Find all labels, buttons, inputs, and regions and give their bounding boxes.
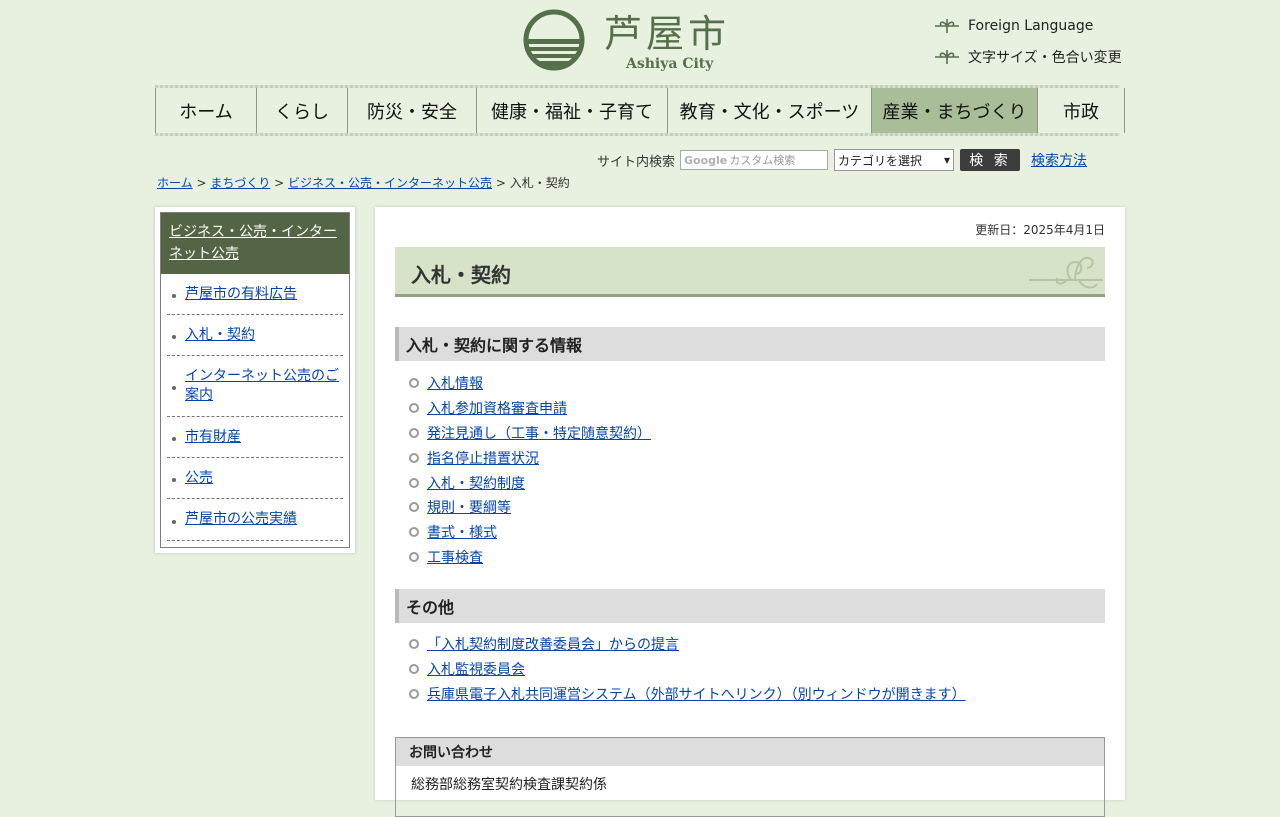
list-item: 工事検査: [409, 545, 651, 570]
font-color-settings-link[interactable]: 文字サイズ・色合い変更: [934, 45, 1134, 69]
site-logo[interactable]: 芦屋市 Ashiya City: [522, 8, 732, 74]
google-logo: Google: [684, 153, 728, 167]
sidebar-menu: 芦屋市の有料広告 入札・契約 インターネット公売のご案内 市有財産 公売 芦屋市…: [167, 274, 343, 541]
bullet-circle-icon: [409, 477, 419, 488]
bullet-circle-icon: [409, 403, 419, 414]
font-color-settings-label: 文字サイズ・色合い変更: [968, 50, 1122, 66]
bullet-circle-icon: [409, 551, 419, 562]
sidebar-heading-link[interactable]: ビジネス・公売・インターネット公売: [161, 213, 349, 274]
chevron-down-icon: ▾: [943, 153, 951, 167]
list-item: 発注見通し（工事・特定随意契約）: [409, 421, 651, 446]
breadcrumb-link-machizukuri[interactable]: まちづくり: [210, 176, 270, 190]
bullet-circle-icon: [409, 378, 419, 389]
link-qualification[interactable]: 入札参加資格審査申請: [427, 398, 567, 418]
breadcrumb: ホーム > まちづくり > ビジネス・公売・インターネット公売 > 入札・契約: [157, 174, 570, 191]
leaf-ornament-icon: [935, 50, 959, 64]
list-item: 「入札契約制度改善委員会」からの提言: [409, 632, 966, 657]
list-item: 兵庫県電子入札共同運営システム（外部サイトへリンク）（別ウィンドウが開きます）: [409, 682, 966, 707]
contact-box: お問い合わせ 総務部総務室契約検査課契約係: [395, 737, 1105, 817]
logo-subtitle: Ashiya City: [626, 56, 714, 72]
list-item: 入札情報: [409, 371, 651, 396]
category-select-value: カテゴリを選択: [838, 153, 923, 168]
sidebar-item-bid[interactable]: 入札・契約: [167, 315, 343, 356]
section-heading-other: その他: [395, 589, 1105, 623]
foreign-language-link[interactable]: Foreign Language: [934, 14, 1134, 38]
breadcrumb-link-home[interactable]: ホーム: [157, 176, 193, 190]
nav-item-kyouiku[interactable]: 教育・文化・スポーツ: [667, 88, 871, 133]
list-item: 入札監視委員会: [409, 657, 966, 682]
search-button[interactable]: 検 索: [960, 149, 1021, 171]
nav-item-kenkou[interactable]: 健康・福祉・子育て: [476, 88, 667, 133]
sidebar-item-ads[interactable]: 芦屋市の有料広告: [167, 274, 343, 315]
bullet-circle-icon: [409, 527, 419, 538]
sidebar-item-public-sale[interactable]: 公売: [167, 458, 343, 499]
main-content: 更新日：2025年4月1日 入札・契約 入札・契約に関する情報 入札情報 入札参…: [375, 207, 1125, 817]
contact-heading: お問い合わせ: [396, 738, 1104, 766]
search-input[interactable]: Google カスタム検索: [680, 150, 829, 170]
link-rules[interactable]: 規則・要綱等: [427, 497, 511, 517]
breadcrumb-link-business[interactable]: ビジネス・公売・インターネット公売: [288, 176, 492, 190]
search-help-link[interactable]: 検索方法: [1031, 150, 1087, 170]
other-links: 「入札契約制度改善委員会」からの提言 入札監視委員会 兵庫県電子入札共同運営シス…: [409, 632, 966, 706]
bullet-circle-icon: [409, 688, 419, 699]
bullet-circle-icon: [409, 427, 419, 438]
list-item: 入札・契約制度: [409, 470, 651, 495]
flourish-ornament-icon: [1029, 256, 1103, 289]
search-label: サイト内検索: [597, 154, 676, 170]
link-bid-info[interactable]: 入札情報: [427, 373, 483, 393]
site-header: 芦屋市 Ashiya City Foreign Language 文字サイズ・色…: [0, 0, 1280, 85]
bullet-circle-icon: [409, 502, 419, 513]
bullet-circle-icon: [409, 664, 419, 675]
breadcrumb-separator: >: [270, 176, 289, 190]
category-select[interactable]: カテゴリを選択 ▾: [834, 149, 955, 171]
bid-info-links: 入札情報 入札参加資格審査申請 発注見通し（工事・特定随意契約） 指名停止措置状…: [409, 371, 651, 569]
page-title-banner: 入札・契約: [395, 247, 1105, 297]
breadcrumb-separator: >: [492, 176, 510, 190]
link-bid-system[interactable]: 入札・契約制度: [427, 473, 525, 493]
leaf-ornament-icon: [935, 19, 959, 33]
nav-item-shisei[interactable]: 市政: [1037, 88, 1125, 133]
sidebar-item-city-property[interactable]: 市有財産: [167, 417, 343, 458]
link-suspension[interactable]: 指名停止措置状況: [427, 448, 539, 468]
list-item: 指名停止措置状況: [409, 445, 651, 470]
breadcrumb-separator: >: [192, 176, 211, 190]
link-forms[interactable]: 書式・様式: [427, 522, 497, 542]
link-committee-proposal[interactable]: 「入札契約制度改善委員会」からの提言: [427, 634, 679, 654]
sidebar-item-sale-results[interactable]: 芦屋市の公売実績: [167, 499, 343, 541]
foreign-language-label: Foreign Language: [968, 18, 1094, 34]
sidebar: ビジネス・公売・インターネット公売 芦屋市の有料広告 入札・契約 インターネット…: [155, 207, 355, 553]
link-inspection[interactable]: 工事検査: [427, 547, 483, 567]
sidebar-frame: ビジネス・公売・インターネット公売 芦屋市の有料広告 入札・契約 インターネット…: [160, 212, 350, 548]
list-item: 書式・様式: [409, 520, 651, 545]
breadcrumb-current: 入札・契約: [509, 176, 570, 190]
nav-divider-bottom: [155, 133, 1120, 136]
nav-item-kurashi[interactable]: くらし: [256, 88, 347, 133]
city-emblem-icon: [523, 9, 585, 71]
search-placeholder: カスタム検索: [729, 154, 796, 167]
nav-item-sangyou[interactable]: 産業・まちづくり: [871, 88, 1037, 133]
global-navigation: ホーム くらし 防災・安全 健康・福祉・子育て 教育・文化・スポーツ 産業・まち…: [155, 85, 1125, 137]
site-search: サイト内検索 Google カスタム検索 カテゴリを選択 ▾ 検 索 検索方法: [597, 148, 1087, 172]
link-order-outlook[interactable]: 発注見通し（工事・特定随意契約）: [427, 423, 651, 443]
list-item: 入札参加資格審査申請: [409, 396, 651, 421]
contact-department: 総務部総務室契約検査課契約係: [411, 777, 607, 793]
sidebar-item-internet-auction[interactable]: インターネット公売のご案内: [167, 356, 343, 417]
nav-item-home[interactable]: ホーム: [155, 88, 256, 133]
list-item: 規則・要綱等: [409, 495, 651, 520]
nav-item-bousai[interactable]: 防災・安全: [347, 88, 476, 133]
bullet-circle-icon: [409, 639, 419, 650]
link-hyogo-ebid[interactable]: 兵庫県電子入札共同運営システム（外部サイトへリンク）（別ウィンドウが開きます）: [427, 684, 966, 704]
link-oversight-committee[interactable]: 入札監視委員会: [427, 659, 525, 679]
updated-date: 更新日：2025年4月1日: [975, 223, 1105, 237]
page-title: 入札・契約: [411, 263, 511, 287]
logo-title: 芦屋市: [604, 12, 731, 56]
section-heading-bid-info: 入札・契約に関する情報: [395, 327, 1105, 361]
bullet-circle-icon: [409, 452, 419, 463]
